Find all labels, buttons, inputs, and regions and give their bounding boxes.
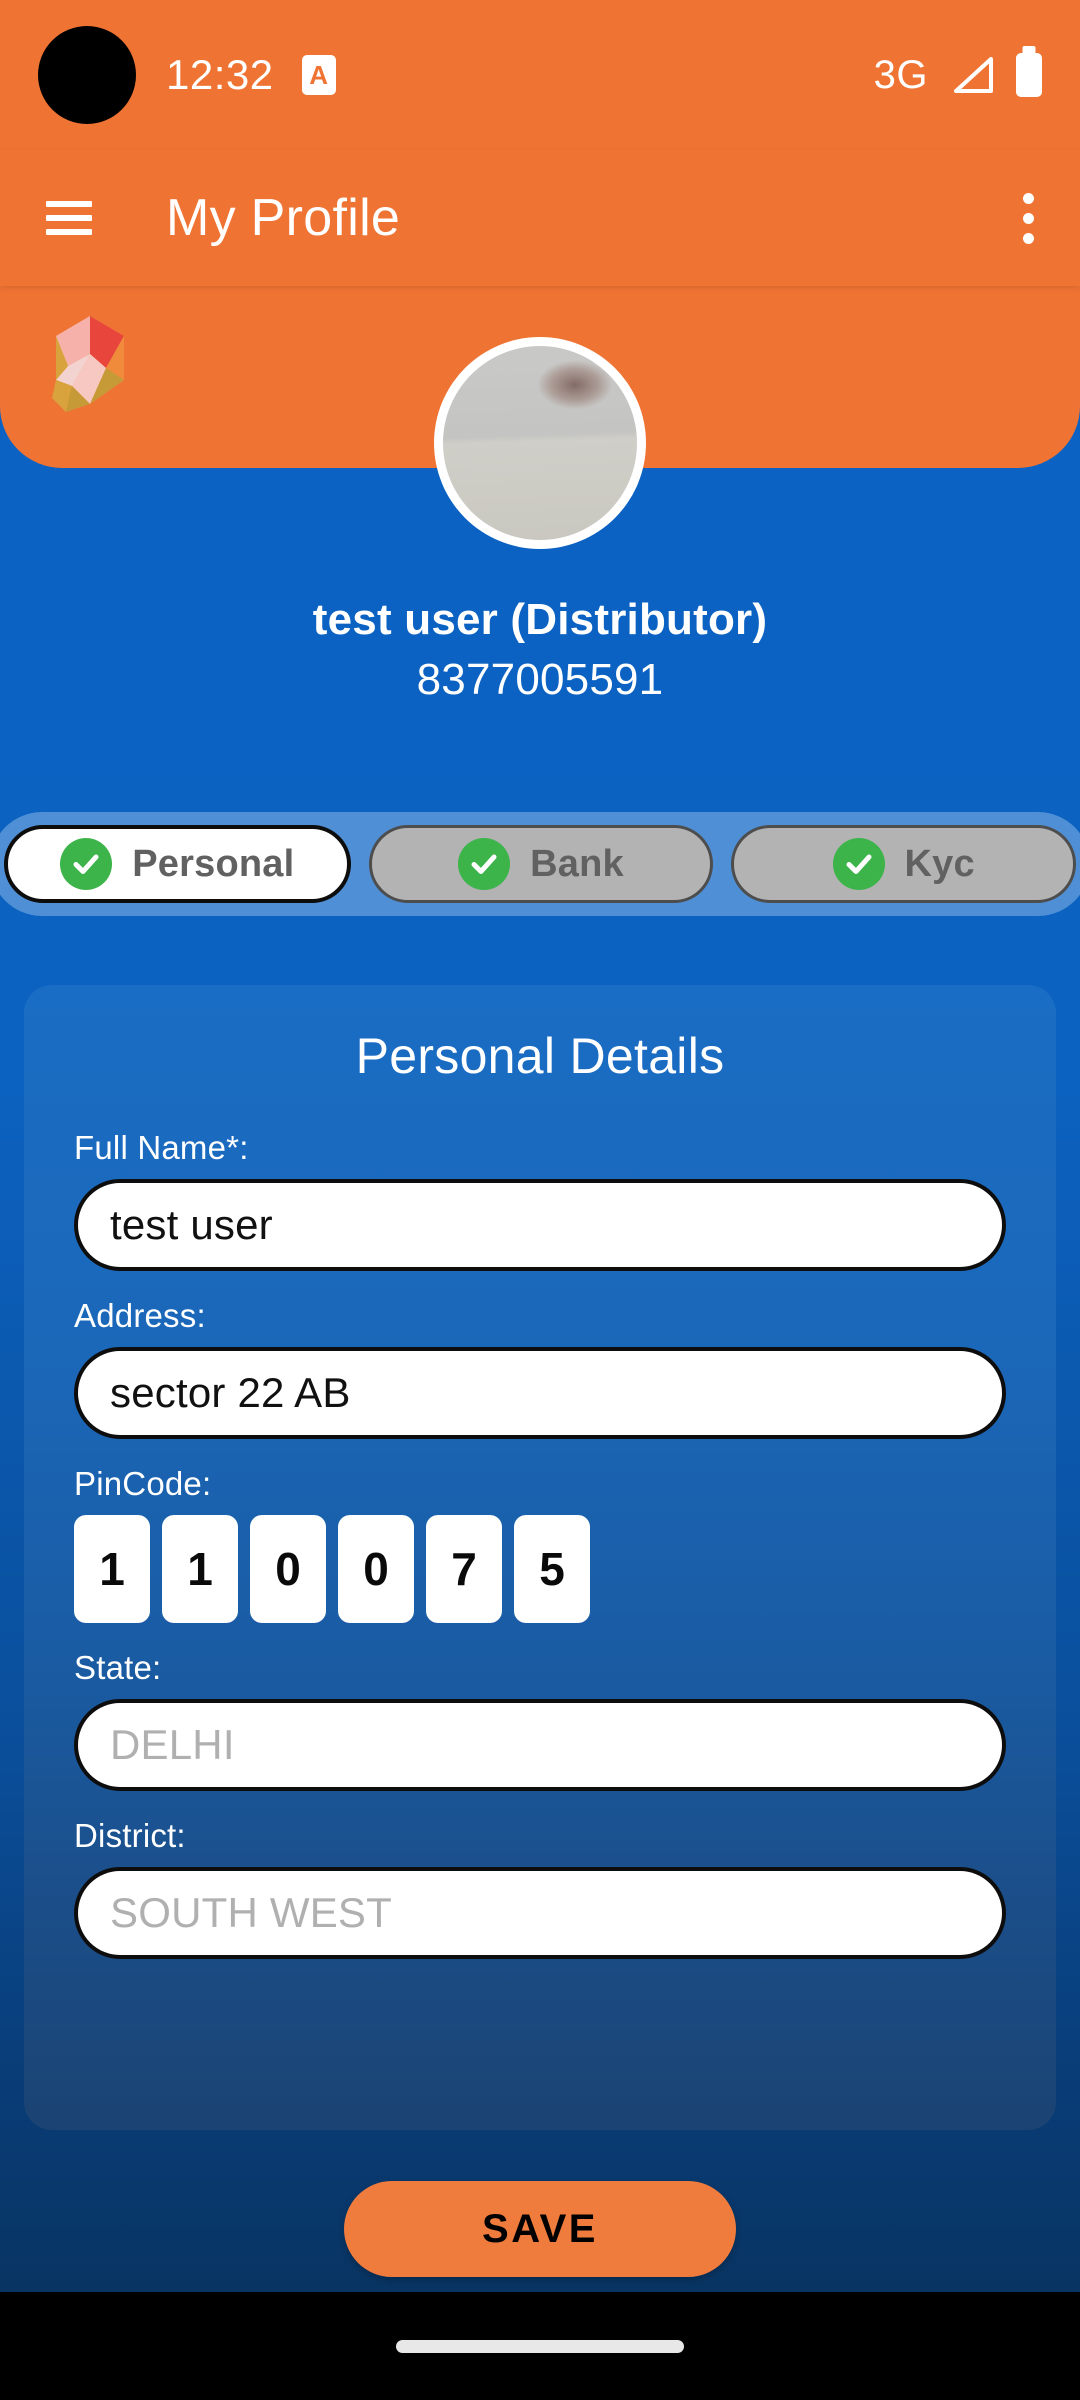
field-district: District: SOUTH WEST (74, 1817, 1006, 1959)
profile-phone: 8377005591 (416, 655, 664, 704)
gesture-nav-bar (0, 2292, 1080, 2400)
field-state: State: DELHI (74, 1649, 1006, 1791)
camera-cutout-icon (38, 26, 136, 124)
field-full-name: Full Name*: test user (74, 1129, 1006, 1271)
green-check-circle-icon (60, 838, 113, 890)
field-pincode: PinCode: 1 1 0 0 7 5 (74, 1465, 1006, 1623)
save-button[interactable]: SAVE (344, 2181, 736, 2277)
address-label: Address: (74, 1297, 206, 1334)
hamburger-menu-icon[interactable] (46, 201, 92, 235)
pincode-digit-1[interactable]: 1 (74, 1515, 150, 1623)
tab-bank[interactable]: Bank (368, 825, 714, 903)
card-title: Personal Details (355, 1028, 725, 1084)
pincode-digit-3[interactable]: 0 (250, 1515, 326, 1623)
pincode-digit-6[interactable]: 5 (514, 1515, 590, 1623)
green-check-circle-icon (832, 838, 885, 890)
app-bar: My Profile (0, 150, 1080, 286)
overflow-dot (1023, 232, 1034, 244)
hamburger-bar (46, 229, 92, 235)
hamburger-bar (46, 201, 92, 207)
address-input[interactable]: sector 22 AB (74, 1347, 1006, 1439)
battery-full-icon (1016, 53, 1042, 97)
tab-personal[interactable]: Personal (4, 825, 351, 903)
pincode-digit-group: 1 1 0 0 7 5 (74, 1515, 1006, 1623)
district-label: District: (74, 1817, 186, 1854)
state-input[interactable]: DELHI (74, 1699, 1006, 1791)
user-avatar-photo (443, 346, 637, 540)
faceted-gem-logo-icon (52, 316, 124, 412)
field-address: Address: sector 22 AB (74, 1297, 1006, 1439)
overflow-dot (1023, 192, 1034, 204)
pincode-digit-4[interactable]: 0 (338, 1515, 414, 1623)
personal-details-card: Personal Details Full Name*: test user A… (24, 985, 1056, 2130)
district-input[interactable]: SOUTH WEST (74, 1867, 1006, 1959)
overflow-dot (1023, 212, 1034, 224)
avatar[interactable] (434, 337, 646, 549)
state-label: State: (74, 1649, 162, 1686)
more-vertical-icon[interactable] (1023, 192, 1034, 244)
signal-triangle-icon (954, 57, 993, 93)
pincode-digit-5[interactable]: 7 (426, 1515, 502, 1623)
status-bar: 12:32 A 3G (0, 0, 1080, 150)
pincode-label: PinCode: (74, 1465, 212, 1502)
status-bar-right-group: 3G (874, 53, 1042, 98)
profile-name: test user (Distributor) (312, 595, 768, 644)
hamburger-bar (46, 215, 92, 221)
status-bar-clock: 12:32 (166, 51, 274, 98)
full-name-input[interactable]: test user (74, 1179, 1006, 1271)
tab-kyc[interactable]: Kyc (731, 825, 1077, 903)
tab-kyc-label: Kyc (904, 842, 975, 885)
pincode-digit-2[interactable]: 1 (162, 1515, 238, 1623)
phone-screen: 12:32 A 3G My Profile test user (Distrib… (0, 0, 1080, 2400)
page-title: My Profile (166, 189, 401, 247)
profile-identity: test user (Distributor) 8377005591 (0, 595, 1080, 705)
home-indicator-pill[interactable] (396, 2339, 684, 2353)
alarm-glyph: A (309, 60, 328, 90)
tab-bank-label: Bank (530, 842, 624, 885)
green-check-circle-icon (458, 838, 511, 890)
profile-tabs: Personal Bank Kyc (0, 812, 1080, 916)
network-type-label: 3G (873, 52, 928, 97)
tab-personal-label: Personal (132, 842, 295, 885)
full-name-label: Full Name*: (74, 1129, 249, 1166)
alarm-letter-a-icon: A (301, 55, 336, 95)
